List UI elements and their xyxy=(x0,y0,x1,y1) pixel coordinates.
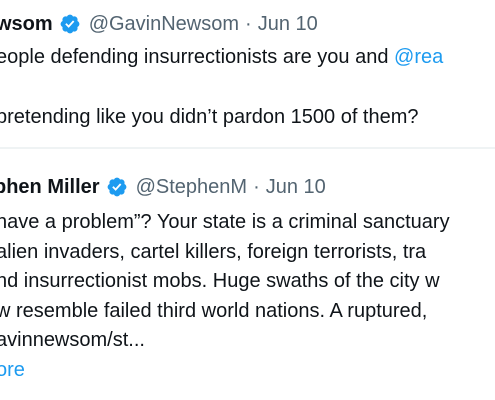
tweet-text: eople defending insurrectionists are you… xyxy=(0,46,389,68)
display-name[interactable]: phen Miller xyxy=(0,175,100,199)
user-handle[interactable]: @GavinNewsom xyxy=(89,12,239,36)
user-handle[interactable]: @StephenM xyxy=(136,175,247,199)
separator-dot: · xyxy=(245,13,252,35)
mention-link[interactable]: @rea xyxy=(394,46,443,68)
display-name[interactable]: wsom xyxy=(0,12,53,36)
verified-badge-icon[interactable] xyxy=(106,176,128,198)
tweet-text-line: have a problem”? Your state is a crimina… xyxy=(0,211,450,233)
tweet-stephen-miller[interactable]: phen Miller @StephenM · Jun 10 have a pr… xyxy=(0,150,495,400)
tweet-text-line: w resemble failed third world nations. A… xyxy=(0,300,428,322)
verified-badge-icon[interactable] xyxy=(59,13,81,35)
tweet-header: phen Miller @StephenM · Jun 10 xyxy=(0,175,326,199)
separator-dot: · xyxy=(253,176,260,198)
tweet-text-line: pretending like you didn’t pardon 1500 o… xyxy=(0,106,419,128)
tweet-gavin-newsom[interactable]: wsom @GavinNewsom · Jun 10 eople defendi… xyxy=(0,0,495,148)
show-more-link[interactable]: ore xyxy=(0,358,25,382)
tweet-text-line: eople defending insurrectionists are you… xyxy=(0,45,443,69)
tweet-date[interactable]: Jun 10 xyxy=(266,175,326,199)
tweet-divider xyxy=(0,147,495,149)
tweet-date[interactable]: Jun 10 xyxy=(258,12,318,36)
tweet-header: wsom @GavinNewsom · Jun 10 xyxy=(0,12,318,36)
tweet-text-line: alien invaders, cartel killers, foreign … xyxy=(0,241,427,263)
tweet-text-line: nd insurrectionist mobs. Huge swaths of … xyxy=(0,270,440,292)
tweet-link-text[interactable]: avinnewsom/st... xyxy=(0,328,145,352)
